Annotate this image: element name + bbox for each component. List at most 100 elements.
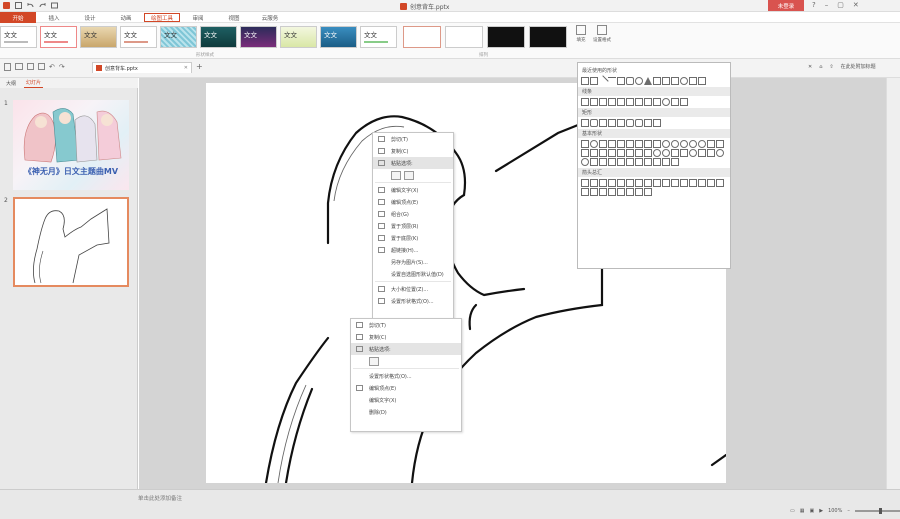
cross-icon[interactable]: [608, 149, 616, 157]
frame-rect-icon[interactable]: [653, 119, 661, 127]
minimize-icon[interactable]: –: [825, 1, 829, 9]
curved-left-arrow-icon[interactable]: [698, 179, 706, 187]
curve-icon[interactable]: [662, 98, 670, 106]
menu-item-set-default-shape[interactable]: 设置自选图形默认值(D): [373, 268, 453, 280]
u-turn-arrow-icon[interactable]: [662, 179, 670, 187]
parallelogram-icon[interactable]: [617, 140, 625, 148]
menu-item-format-shape[interactable]: 设置形状格式(O)...: [351, 370, 461, 382]
bevel-icon[interactable]: [644, 149, 652, 157]
oval-shape-icon[interactable]: [635, 77, 643, 85]
style-swatch[interactable]: 文文: [360, 26, 397, 48]
zoom-slider[interactable]: [854, 508, 900, 514]
left-right-arrow-icon[interactable]: [617, 179, 625, 187]
normal-view-icon[interactable]: ▭: [790, 508, 795, 514]
style-swatch[interactable]: 文文: [160, 26, 197, 48]
plaque-icon[interactable]: [617, 149, 625, 157]
left-callout-icon[interactable]: [626, 188, 634, 196]
star-shape-icon[interactable]: [671, 77, 679, 85]
lightning-icon[interactable]: [707, 149, 715, 157]
cloud-icon[interactable]: [590, 158, 598, 166]
striped-arrow-icon[interactable]: [581, 188, 589, 196]
double-bracket-icon[interactable]: [626, 158, 634, 166]
l-shape-icon[interactable]: [590, 149, 598, 157]
bent-up-arrow-icon[interactable]: [680, 179, 688, 187]
double-arrow-line-icon[interactable]: [599, 98, 607, 106]
save-icon[interactable]: [14, 1, 23, 10]
octagon-icon[interactable]: [662, 140, 670, 148]
double-brace-icon[interactable]: [635, 158, 643, 166]
tab-cloud-service[interactable]: 云服务: [252, 12, 288, 23]
slide-thumbnail-2[interactable]: [13, 197, 129, 287]
left-brace-icon[interactable]: [662, 158, 670, 166]
style-swatch[interactable]: 文文: [120, 26, 157, 48]
pentagon-icon[interactable]: [644, 140, 652, 148]
close-tab-icon[interactable]: ✕: [184, 65, 188, 71]
sun-icon[interactable]: [716, 149, 724, 157]
reading-view-icon[interactable]: ▣: [809, 508, 814, 514]
diag-round-rect-icon[interactable]: [644, 119, 652, 127]
block-arc-icon[interactable]: [671, 149, 679, 157]
paste-keep-icon[interactable]: [391, 170, 401, 180]
undo-icon[interactable]: [26, 1, 35, 10]
tab-drawing-tools[interactable]: 绘图工具: [144, 13, 180, 22]
tab-design[interactable]: 设计: [72, 12, 108, 23]
textbox-shape-icon[interactable]: [581, 77, 589, 85]
up-down-arrow-icon[interactable]: [626, 179, 634, 187]
triangle-icon[interactable]: [599, 140, 607, 148]
background-swatch[interactable]: [487, 26, 525, 48]
slideshow-icon[interactable]: ▶: [819, 508, 823, 514]
pin-icon[interactable]: ⌂: [819, 64, 822, 70]
menu-item-paste-options[interactable]: 粘贴选项:: [351, 343, 461, 355]
add-title-link[interactable]: 在此处附加标题: [841, 63, 876, 70]
slide-thumbnail-1[interactable]: 《神无月》日文主题曲MV: [13, 100, 129, 190]
hexagon-icon[interactable]: [653, 140, 661, 148]
help-icon[interactable]: ?: [812, 1, 816, 9]
arrow-right-shape-icon[interactable]: [653, 77, 661, 85]
tab-outline[interactable]: 大纲: [4, 79, 18, 88]
chord-icon[interactable]: [698, 140, 706, 148]
snip-rect-icon[interactable]: [599, 119, 607, 127]
elbow-double-arrow-icon[interactable]: [626, 98, 634, 106]
bent-arrow-icon[interactable]: [653, 179, 661, 187]
background-swatch[interactable]: [445, 26, 483, 48]
fill-button[interactable]: 填充: [571, 25, 591, 53]
zoom-out-icon[interactable]: –: [847, 508, 850, 514]
freeform-shape-icon[interactable]: [698, 77, 706, 85]
brace-shape-icon[interactable]: [689, 77, 697, 85]
style-swatch[interactable]: 文文: [280, 26, 317, 48]
new-doc-icon[interactable]: [4, 63, 11, 71]
style-swatch[interactable]: 文文: [200, 26, 237, 48]
left-bracket-icon[interactable]: [644, 158, 652, 166]
zoom-slider-knob[interactable]: [878, 508, 882, 514]
up-callout-icon[interactable]: [635, 188, 643, 196]
menu-item-delete[interactable]: 删除(D): [351, 406, 461, 418]
up-arrow-icon[interactable]: [599, 179, 607, 187]
tab-animation[interactable]: 动画: [108, 12, 144, 23]
bracket-icon[interactable]: [608, 158, 616, 166]
menu-item-size-position[interactable]: 大小和位置(Z)...: [373, 283, 453, 295]
redo-icon[interactable]: [38, 1, 47, 10]
print-icon[interactable]: [38, 63, 45, 70]
curved-up-arrow-icon[interactable]: [707, 179, 715, 187]
menu-item-cut[interactable]: 剪切(T): [373, 133, 453, 145]
menu-item-hyperlink[interactable]: 超链接(H)...: [373, 244, 453, 256]
left-up-arrow-icon[interactable]: [671, 179, 679, 187]
curve-shape-icon[interactable]: [680, 77, 688, 85]
elbow-arrow-icon[interactable]: [617, 98, 625, 106]
paste-keep-icon[interactable]: [369, 356, 379, 366]
close-doc-icon[interactable]: ✕: [808, 64, 812, 70]
quad-arrow-icon[interactable]: [635, 179, 643, 187]
heart-icon[interactable]: [698, 149, 706, 157]
rectangle-shape-icon[interactable]: [617, 77, 625, 85]
elbow-connector-icon[interactable]: [608, 98, 616, 106]
open-folder-icon[interactable]: [15, 63, 23, 70]
donut-icon[interactable]: [653, 149, 661, 157]
textbox-icon[interactable]: [581, 140, 589, 148]
save-doc-icon[interactable]: [27, 63, 34, 70]
curved-double-arrow-icon[interactable]: [653, 98, 661, 106]
menu-item-copy[interactable]: 复制(C): [373, 145, 453, 157]
format-settings-button[interactable]: 设置格式: [592, 25, 612, 53]
menu-item-bring-to-front[interactable]: 置于顶层(R): [373, 220, 453, 232]
tab-review[interactable]: 审阅: [180, 12, 216, 23]
scribble-icon[interactable]: [680, 98, 688, 106]
